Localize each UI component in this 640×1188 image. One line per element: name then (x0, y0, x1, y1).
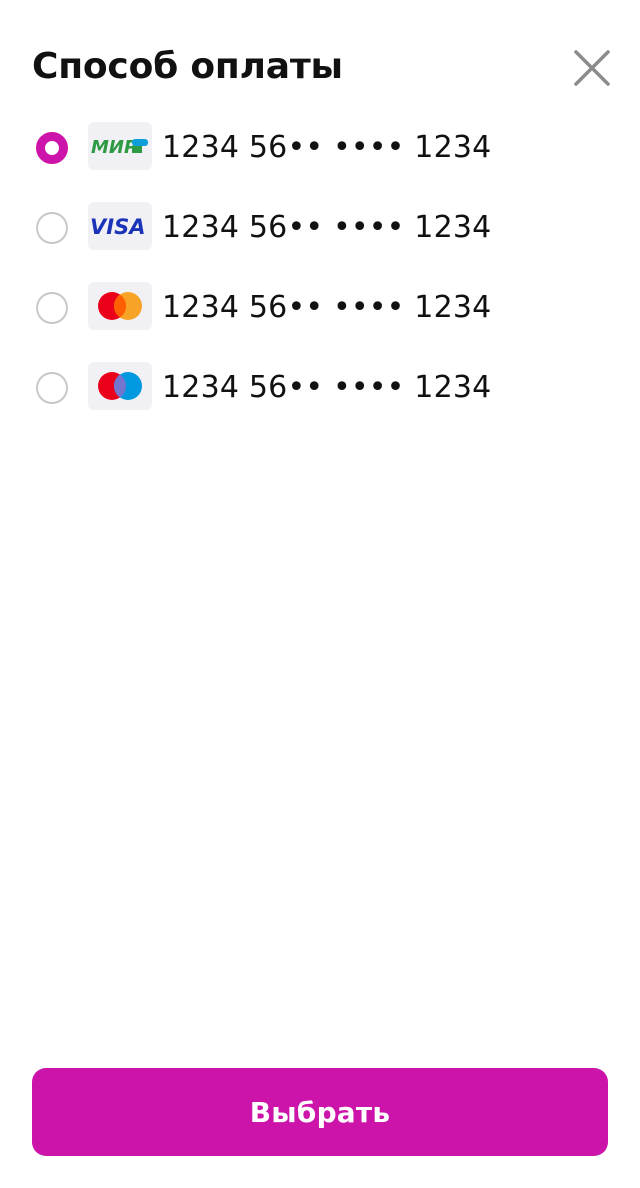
svg-text:МИР: МИР (91, 137, 137, 158)
close-button[interactable] (568, 44, 616, 92)
radio-button[interactable] (36, 372, 68, 404)
maestro-logo (88, 362, 152, 410)
radio-button-selected[interactable] (36, 132, 68, 164)
visa-logo: VISA (88, 202, 152, 250)
payment-method-mastercard[interactable]: 1234 56•• •••• 1234 (0, 278, 640, 358)
select-button-label: Выбрать (249, 1095, 391, 1129)
payment-method-sheet: Способ оплаты МИР 1234 56•• •••• 1234 VI… (0, 0, 640, 1188)
maestro-icon (98, 372, 142, 400)
radio-button[interactable] (36, 212, 68, 244)
payment-method-mir[interactable]: МИР 1234 56•• •••• 1234 (0, 118, 640, 198)
radio-button[interactable] (36, 292, 68, 324)
card-number: 1234 56•• •••• 1234 (162, 130, 492, 165)
svg-text:VISA: VISA (90, 215, 145, 239)
card-number: 1234 56•• •••• 1234 (162, 210, 492, 245)
card-number: 1234 56•• •••• 1234 (162, 370, 492, 405)
payment-method-maestro[interactable]: 1234 56•• •••• 1234 (0, 358, 640, 438)
mir-logo: МИР (88, 122, 152, 170)
close-icon (574, 50, 610, 86)
page-title: Способ оплаты (32, 46, 343, 87)
payment-method-list: МИР 1234 56•• •••• 1234 VISA 1234 56•• •… (0, 118, 640, 438)
select-button[interactable]: Выбрать (32, 1068, 608, 1156)
mastercard-logo (88, 282, 152, 330)
header: Способ оплаты (32, 40, 616, 100)
visa-icon: VISA (90, 215, 145, 239)
payment-method-visa[interactable]: VISA 1234 56•• •••• 1234 (0, 198, 640, 278)
mastercard-icon (98, 292, 142, 320)
card-number: 1234 56•• •••• 1234 (162, 290, 492, 325)
mir-icon: МИР (91, 137, 148, 158)
